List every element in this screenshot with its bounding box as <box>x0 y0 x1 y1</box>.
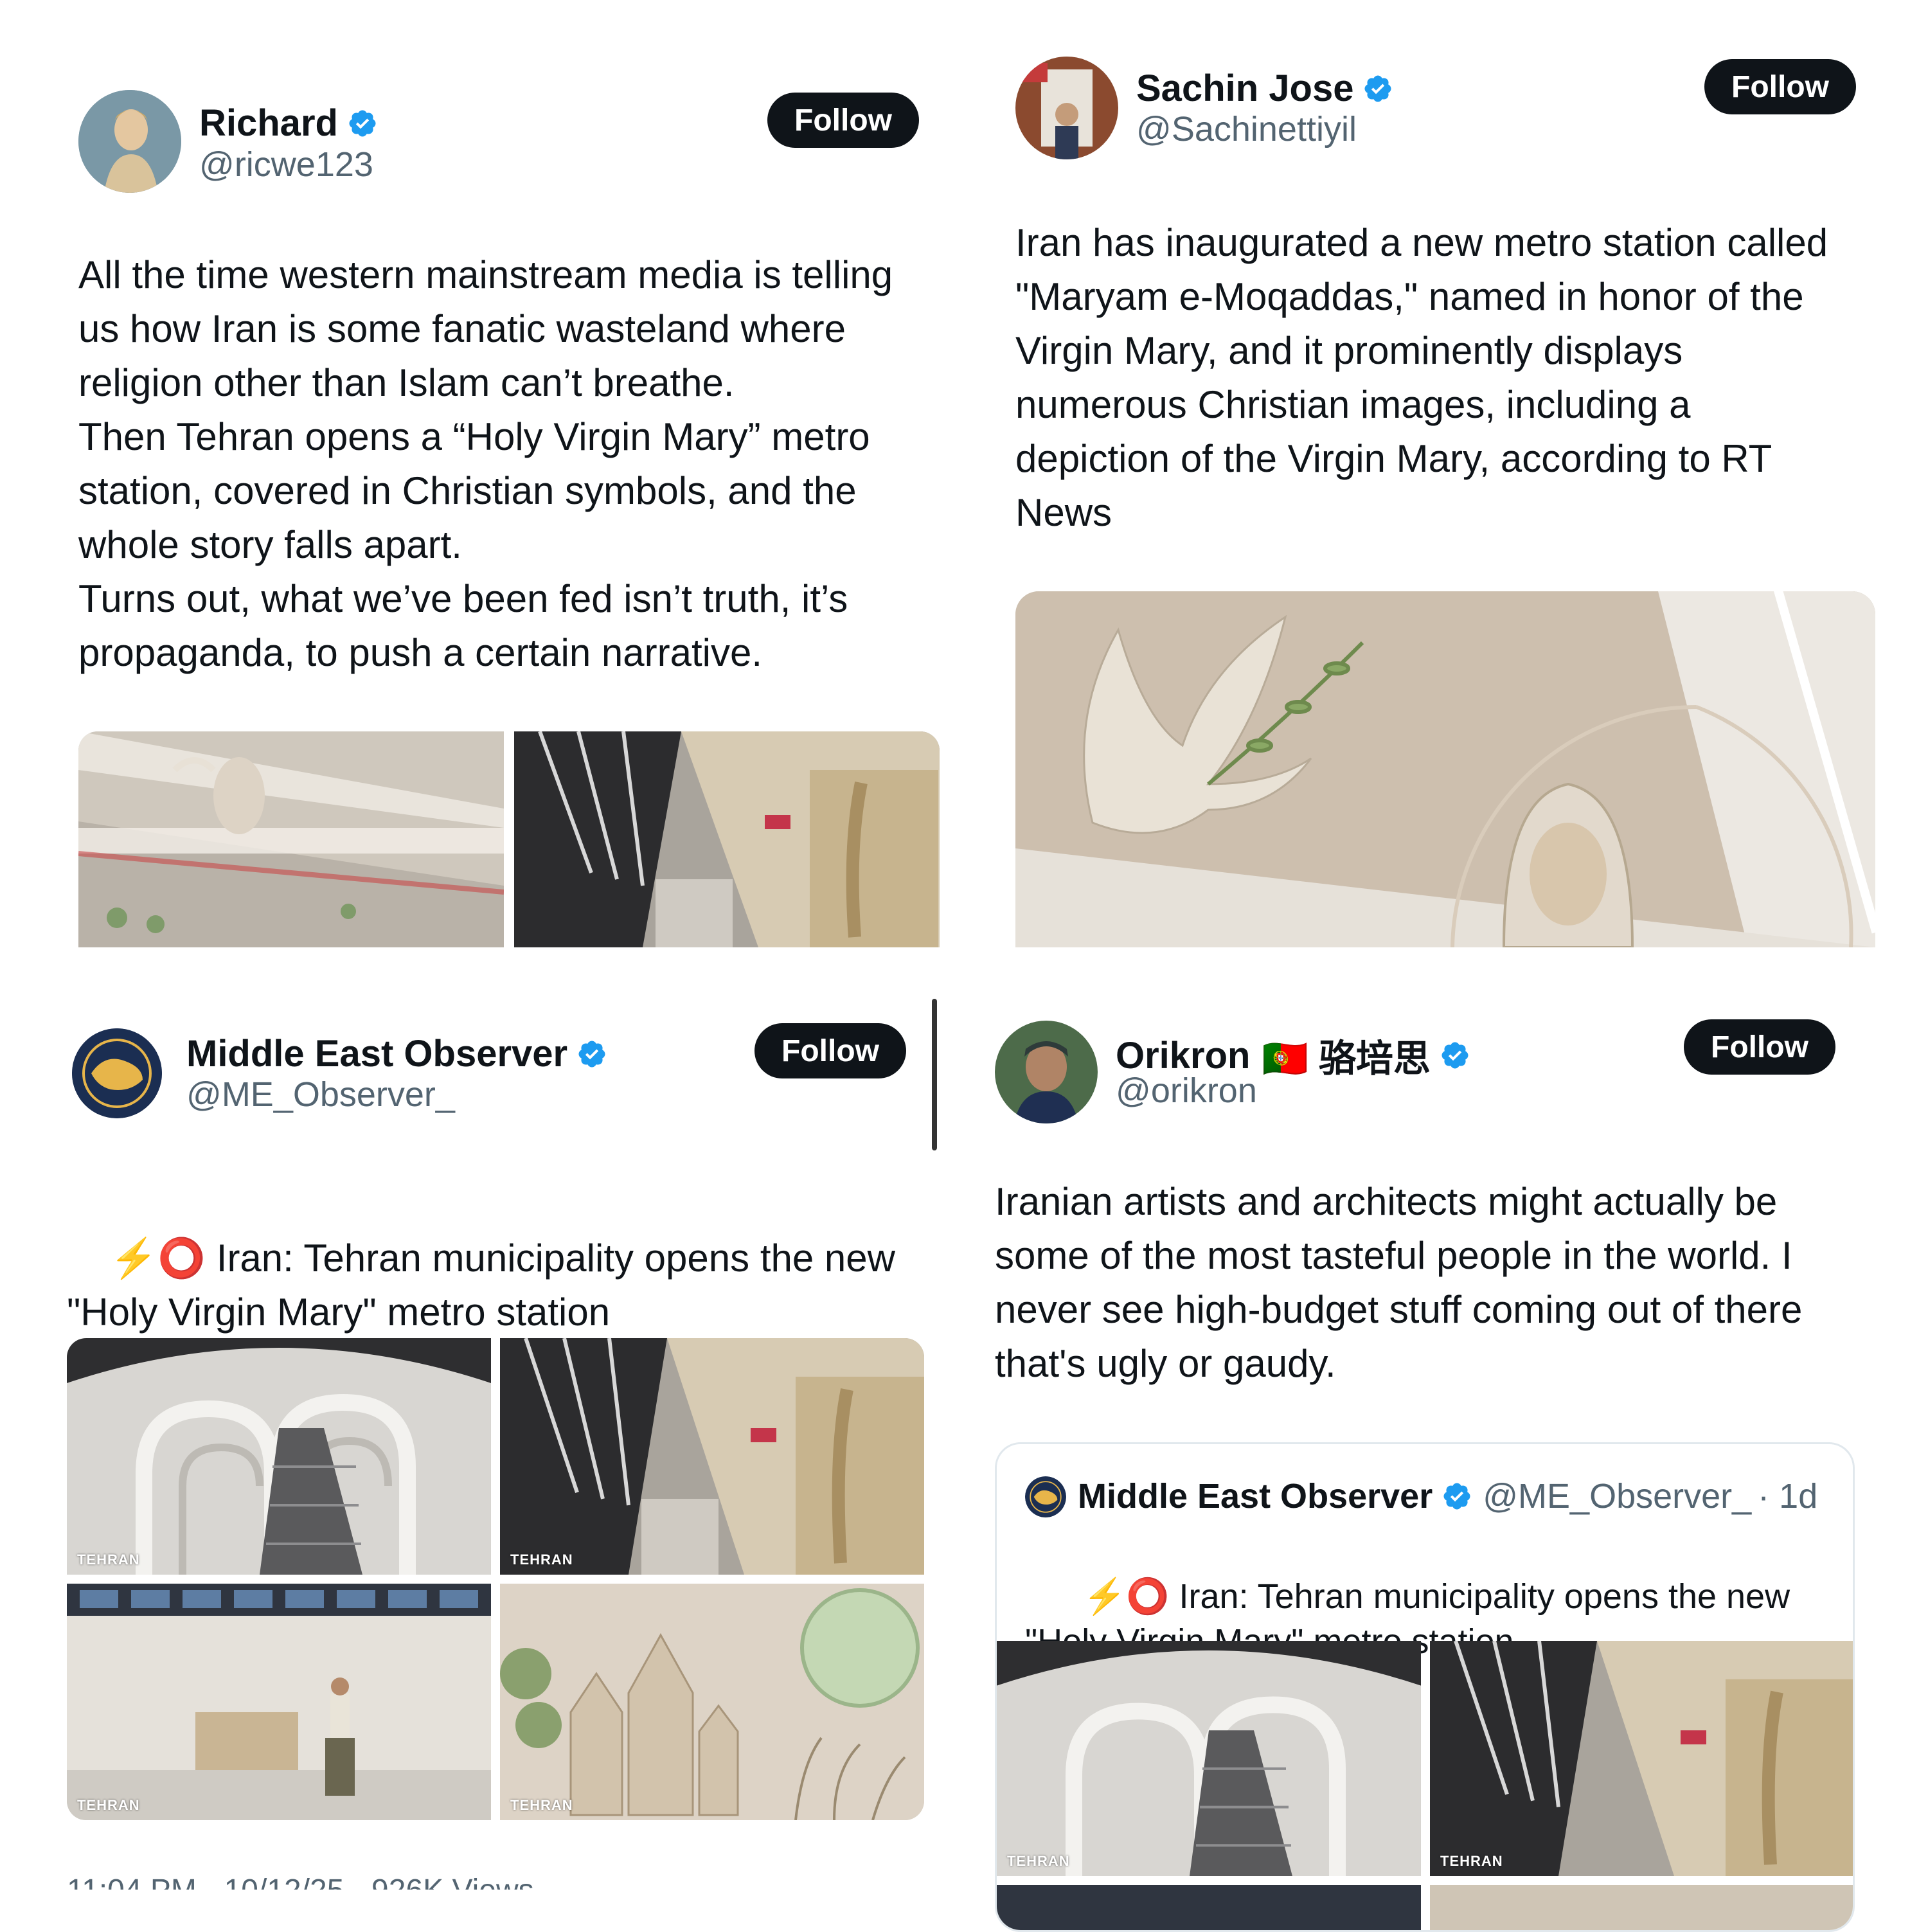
quoted-post-image[interactable]: TEHRAN <box>1430 1641 1853 1876</box>
author-name[interactable]: Sachin Jose <box>1136 67 1393 110</box>
follow-button[interactable]: Follow <box>1704 59 1856 114</box>
quoted-avatar <box>1025 1476 1066 1517</box>
watermark: TEHRAN <box>77 1552 140 1568</box>
verified-badge-icon <box>1442 1481 1472 1512</box>
quoted-post-image[interactable] <box>1430 1885 1853 1930</box>
middle-east-observer-logo <box>1025 1476 1066 1517</box>
middle-east-observer-logo <box>72 1028 162 1118</box>
follow-button[interactable]: Follow <box>767 93 919 148</box>
emoji-bolt-circle-icon: ⚡⭕ <box>109 1237 206 1280</box>
author-handle[interactable]: @ME_Observer_ <box>186 1075 455 1114</box>
escalator-relief-image <box>1430 1641 1853 1876</box>
author-name[interactable]: Middle East Observer <box>186 1032 607 1075</box>
church-relief-image <box>500 1584 924 1820</box>
follow-button[interactable]: Follow <box>1684 1019 1835 1075</box>
post-image[interactable]: TEHRAN <box>67 1584 491 1820</box>
quoted-post-image[interactable] <box>997 1885 1421 1930</box>
author-name[interactable]: Richard <box>199 102 378 145</box>
scrollbar[interactable] <box>932 999 937 1150</box>
avatar[interactable] <box>72 1028 162 1118</box>
watermark: TEHRAN <box>510 1797 573 1813</box>
quoted-author-name: Middle East Observer <box>1078 1477 1433 1516</box>
quoted-post[interactable]: Middle East Observer @ME_Observer_ · 1d … <box>995 1442 1855 1932</box>
author-name-extra: 🇵🇹 骆培思 <box>1262 1038 1431 1080</box>
watermark: TEHRAN <box>1007 1853 1070 1869</box>
watermark: TEHRAN <box>77 1797 140 1813</box>
quoted-author: Middle East Observer @ME_Observer_ · 1d <box>1078 1476 1817 1516</box>
verified-badge-icon <box>1362 73 1393 104</box>
quoted-post-image[interactable]: TEHRAN <box>997 1641 1421 1876</box>
verified-badge-icon <box>576 1039 607 1069</box>
avatar[interactable] <box>78 90 181 193</box>
author-handle[interactable]: @Sachinettiyil <box>1136 109 1357 149</box>
emoji-bolt-circle-icon: ⚡⭕ <box>1083 1577 1170 1616</box>
post-image[interactable]: TEHRAN <box>500 1338 924 1575</box>
dove-and-mary-relief-image <box>1015 591 1875 947</box>
post-image[interactable] <box>78 731 504 947</box>
author-handle[interactable]: @orikron <box>1116 1071 1257 1111</box>
post-image[interactable]: TEHRAN <box>500 1584 924 1820</box>
verified-badge-icon <box>347 108 378 139</box>
follow-button[interactable]: Follow <box>754 1023 906 1078</box>
watermark: TEHRAN <box>510 1552 573 1568</box>
verified-badge-icon <box>1440 1040 1470 1071</box>
avatar[interactable] <box>1015 57 1118 159</box>
corridor-walker-image <box>67 1584 491 1820</box>
author-handle[interactable]: @ricwe123 <box>199 145 373 184</box>
quoted-post-time: · 1d <box>1758 1477 1818 1516</box>
arches-escalator-image <box>67 1338 491 1575</box>
author-name-text: Richard <box>199 102 338 144</box>
post-image[interactable]: TEHRAN <box>67 1338 491 1575</box>
quoted-author-handle: @ME_Observer_ <box>1483 1477 1752 1516</box>
metro-platform-image <box>78 731 504 947</box>
post-image[interactable] <box>514 731 940 947</box>
post-text: Iranian artists and architects might act… <box>995 1180 1803 1385</box>
author-name-text: Sachin Jose <box>1136 67 1354 109</box>
post-image[interactable] <box>1015 591 1875 947</box>
metro-escalator-image <box>514 731 940 947</box>
escalator-relief-image <box>500 1338 924 1575</box>
arches-escalator-image <box>997 1641 1421 1876</box>
author-name-text: Middle East Observer <box>186 1033 568 1075</box>
avatar-photo-image <box>995 1021 1098 1123</box>
avatar[interactable] <box>995 1021 1098 1123</box>
post-meta-timestamp-views: 11:04 PM · 10/12/25 · 926K Views <box>67 1872 534 1890</box>
post-text: All the time western mainstream media is… <box>78 253 893 674</box>
watermark: TEHRAN <box>1440 1853 1503 1869</box>
avatar-photo-image <box>1015 57 1118 159</box>
post-text: Iran has inaugurated a new metro station… <box>1015 221 1828 534</box>
avatar-portrait-image <box>78 90 181 193</box>
